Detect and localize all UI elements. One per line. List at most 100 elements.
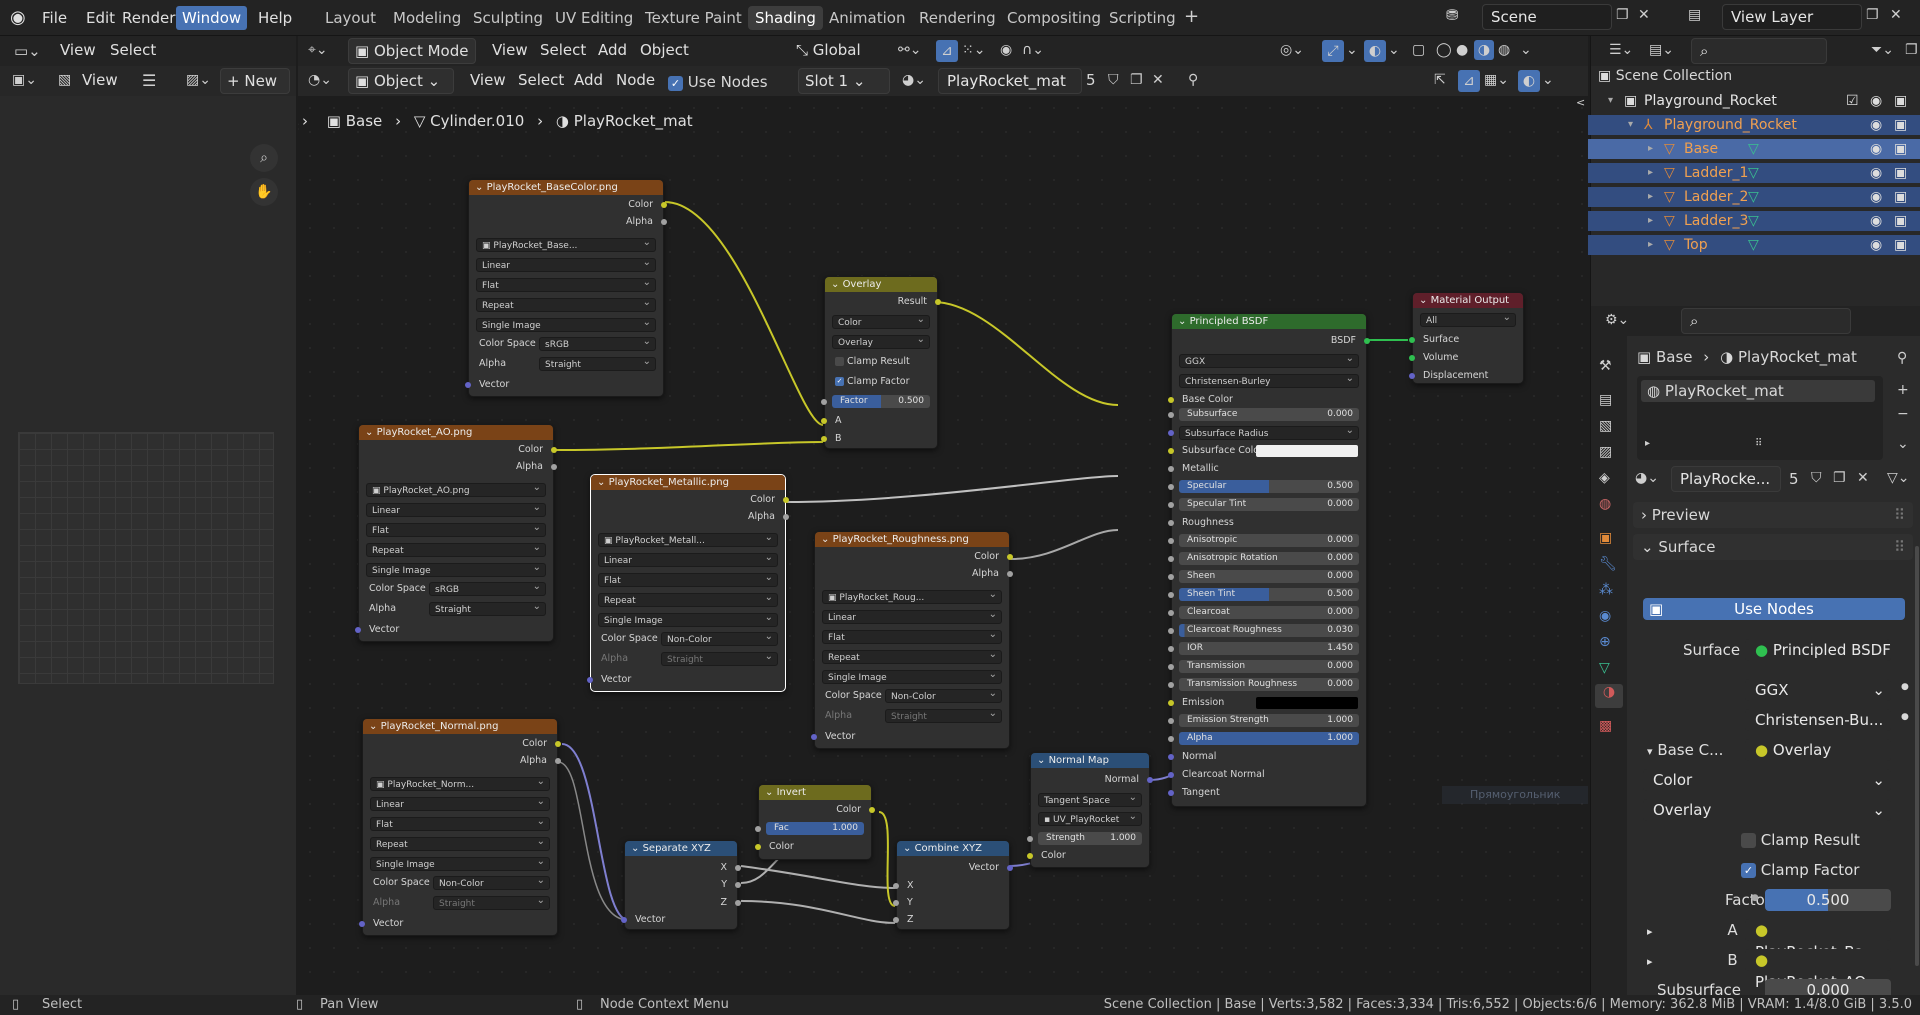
duplicate-material-icon[interactable]: ❐	[1833, 470, 1846, 486]
image-selector[interactable]: ▣ PlayRocket_AO.png	[366, 481, 546, 497]
camera-icon[interactable]: ▣	[1894, 91, 1907, 111]
list-expand-icon[interactable]: ▸	[1645, 438, 1650, 449]
slot-specials-icon[interactable]: ⌄	[1897, 436, 1909, 452]
unlink-material-icon[interactable]: ✕	[1857, 470, 1869, 486]
gizmo-icon[interactable]: ⤢	[1322, 40, 1344, 62]
decorator-dot-icon[interactable]: ●	[1901, 682, 1909, 692]
pivot-icon[interactable]: ⚯⌄	[898, 42, 921, 58]
socket-emission-strength[interactable]	[1168, 718, 1174, 724]
node-menu-node[interactable]: Node	[610, 68, 661, 94]
socket-ior[interactable]	[1168, 646, 1174, 652]
physics-tab-icon[interactable]: ◉	[1599, 608, 1611, 624]
slider-clearcoat[interactable]: Clearcoat 0.000	[1179, 606, 1359, 619]
menu-select-left[interactable]: Select	[104, 38, 162, 64]
tab-animation[interactable]: Animation	[822, 6, 912, 30]
material-users-count[interactable]: 5	[1086, 71, 1096, 89]
socket-vector[interactable]	[355, 627, 361, 633]
slot-dropdown[interactable]: Slot 1 ⌄	[798, 68, 890, 94]
zoom-icon[interactable]: ⌕	[250, 144, 278, 172]
properties-search-input[interactable]: ⌕	[1681, 308, 1851, 334]
source-dropdown[interactable]: Single Image	[476, 316, 656, 332]
color-space-dropdown[interactable]: sRGB	[539, 335, 656, 351]
node-menu-add[interactable]: Add	[568, 68, 609, 94]
chevron-right-icon[interactable]: ▸	[1648, 163, 1653, 183]
socket-y[interactable]	[893, 900, 899, 906]
socket-factor[interactable]	[821, 399, 827, 405]
scene-field[interactable]: Scene	[1482, 4, 1612, 30]
view-layer-field[interactable]: View Layer	[1722, 4, 1862, 30]
shader-type-dropdown[interactable]: ▣ Object ⌄	[348, 68, 454, 94]
use-nodes-checkbox[interactable]: ✓ Use Nodes	[668, 73, 768, 91]
texture-tab-icon[interactable]: ▩	[1599, 718, 1612, 734]
extension-dropdown[interactable]: Repeat	[366, 541, 546, 557]
new-collection-icon[interactable]: ❐	[1905, 42, 1918, 58]
socket-sheen[interactable]	[1168, 574, 1174, 580]
subsurface-method-dropdown[interactable]: Christensen-Burley	[1179, 372, 1359, 388]
clamp-result-checkbox[interactable]: Clamp Result	[825, 355, 937, 369]
menu-help[interactable]: Help	[252, 6, 298, 30]
clamp-factor-checkbox[interactable]: ✓ Clamp Factor	[1741, 858, 1859, 882]
socket-alpha[interactable]	[1168, 736, 1174, 742]
node-canvas[interactable]: › ▣ Base › ▽ Cylinder.010 › ◑ PlayRocket…	[298, 96, 1588, 995]
socket-clearcoat-roughness[interactable]	[1168, 628, 1174, 634]
node-normal-map[interactable]: ⌄ Normal Map Normal Tangent Space ▪ UV_P…	[1027, 752, 1153, 868]
factor-slider[interactable]: 0.500	[1765, 889, 1891, 911]
slider-specular[interactable]: Specular 0.500	[1179, 480, 1359, 493]
material-slot-list[interactable]: ◍ PlayRocket_mat ▸ ⠿	[1637, 376, 1883, 460]
viewport-menu-select[interactable]: Select	[534, 38, 592, 64]
node-snap-target-icon[interactable]: ▦⌄	[1484, 72, 1509, 88]
surface-panel-header[interactable]: ⌄ Surface ⠿	[1633, 534, 1913, 560]
image-view-dropdown[interactable]: View	[76, 68, 124, 94]
projection-dropdown[interactable]: Flat	[366, 521, 546, 537]
orientation-dropdown[interactable]: ⤡ Global ⌄	[790, 38, 880, 83]
tab-uv-editing[interactable]: UV Editing	[548, 6, 640, 30]
tab-texture-paint[interactable]: Texture Paint	[638, 6, 749, 30]
chevron-right-icon[interactable]: ▸	[1648, 139, 1653, 159]
add-workspace-icon[interactable]: +	[1184, 6, 1199, 27]
render-tab-icon[interactable]: ▤	[1599, 392, 1612, 408]
material-slot-item[interactable]: ◍ PlayRocket_mat	[1641, 380, 1875, 402]
view-layer-tab-icon[interactable]: ▨	[1599, 444, 1612, 460]
outliner-item[interactable]: ▸ ▽ Ladder_3 ▽ ◉ ▣	[1588, 211, 1920, 231]
socket-alpha[interactable]	[551, 464, 557, 470]
socket-subsurface-radius[interactable]	[1168, 430, 1174, 436]
menu-window[interactable]: Window	[176, 6, 248, 30]
tab-sculpting[interactable]: Sculpting	[466, 6, 550, 30]
fake-user-icon[interactable]: ⛉	[1811, 470, 1822, 486]
pin-icon[interactable]: ⚲	[1188, 72, 1198, 88]
falloff-icon[interactable]: ∩⌄	[1022, 42, 1044, 58]
node-principled-bsdf[interactable]: ⌄ Principled BSDF BSDF GGX Christensen-B…	[1168, 313, 1370, 807]
chevron-down-icon[interactable]: ▾	[1608, 91, 1613, 111]
overlay-dropdown-icon[interactable]: ⌄	[1388, 42, 1400, 58]
slider-alpha[interactable]: Alpha 1.000	[1179, 732, 1359, 745]
interpolation-dropdown[interactable]: Linear	[822, 608, 1002, 624]
tab-modeling[interactable]: Modeling	[386, 6, 468, 30]
hamburger-menu-icon[interactable]: ☰	[142, 71, 156, 90]
material-tab-icon[interactable]: ◑	[1595, 684, 1623, 708]
slider-transmission-roughness[interactable]: Transmission Roughness 0.000	[1179, 678, 1359, 691]
slider-specular-tint[interactable]: Specular Tint 0.000	[1179, 498, 1359, 511]
material-users-count[interactable]: 5	[1789, 470, 1799, 488]
socket-vector[interactable]	[621, 917, 627, 923]
node-basecolor-texture[interactable]: ⌄ PlayRocket_BaseColor.png Color Alpha ▣…	[465, 179, 667, 397]
socket-alpha[interactable]	[1007, 571, 1013, 577]
visibility-icon[interactable]: ◎⌄	[1280, 42, 1304, 58]
projection-dropdown[interactable]: Flat	[822, 628, 1002, 644]
material-browse-icon[interactable]: ◕⌄	[1635, 470, 1659, 486]
base-color-link-field[interactable]: ● Overlay	[1745, 739, 1891, 761]
camera-icon[interactable]: ▣	[1894, 163, 1907, 183]
display-mode-icon[interactable]: ▤⌄	[1649, 42, 1674, 58]
socket-x[interactable]	[893, 883, 899, 889]
socket-alpha[interactable]	[555, 758, 561, 764]
image-selector[interactable]: ▣ PlayRocket_Roug...	[822, 588, 1002, 604]
node-material-output[interactable]: ⌄ Material Output All Surface Volume Dis…	[1409, 292, 1524, 384]
eye-icon[interactable]: ◉	[1870, 115, 1882, 135]
socket-fac[interactable]	[755, 826, 761, 832]
properties-editor-icon[interactable]: ⚙⌄	[1605, 312, 1629, 328]
socket-bsdf[interactable]	[1364, 338, 1370, 344]
color-space-dropdown[interactable]: Non-Color	[885, 687, 1002, 703]
fake-user-icon[interactable]: ⛉	[1108, 72, 1119, 88]
viewport-menu-add[interactable]: Add	[592, 38, 633, 64]
material-name-field[interactable]: PlayRocket_mat	[938, 68, 1082, 94]
socket-alpha[interactable]	[783, 514, 789, 520]
